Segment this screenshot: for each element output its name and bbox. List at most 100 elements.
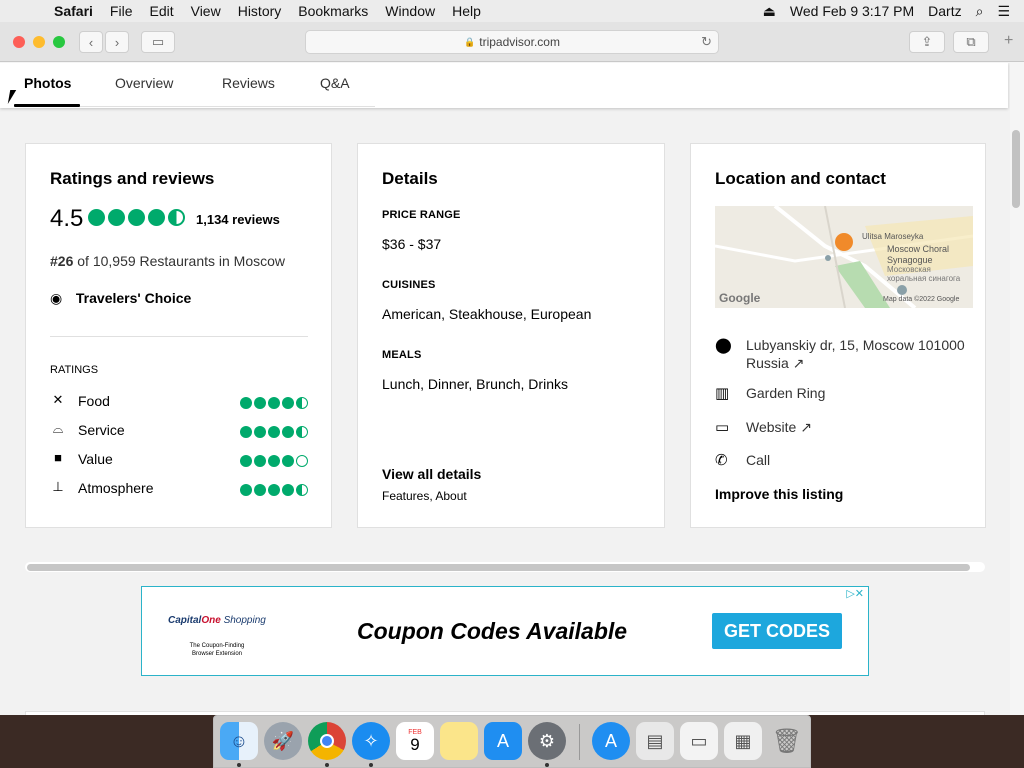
documents-icon[interactable]: ▤ <box>636 722 674 760</box>
menu-help[interactable]: Help <box>452 3 481 19</box>
address-line2: Russia ↗ <box>746 355 805 371</box>
eject-icon[interactable]: ⏏ <box>763 3 776 20</box>
calendar-icon[interactable]: FEB 9 <box>396 722 434 760</box>
system-preferences-icon[interactable]: ⚙ <box>528 722 566 760</box>
ratings-card: Ratings and reviews 4.5 1,134 reviews #2… <box>25 143 332 528</box>
notification-center-icon[interactable]: ☰ <box>997 3 1010 20</box>
ratings-title: Ratings and reviews <box>50 169 215 188</box>
view-all-details-subtitle: Features, About <box>382 489 467 503</box>
rating-label: Atmosphere <box>78 480 154 496</box>
cuisines-value: American, Steakhouse, European <box>382 306 592 322</box>
menu-file[interactable]: File <box>110 3 133 19</box>
tabs-divider <box>80 106 375 107</box>
rating-row-service: ⌓ Service <box>50 421 308 439</box>
improve-listing-link[interactable]: Improve this listing <box>715 486 843 502</box>
rank-number: #26 <box>50 253 74 269</box>
menu-view[interactable]: View <box>191 3 221 19</box>
neighborhood-text: Garden Ring <box>746 385 826 401</box>
rating-bubble <box>148 209 165 227</box>
screenshot-icon[interactable]: ▭ <box>680 722 718 760</box>
reviews-count-link[interactable]: 1,134 reviews <box>196 212 280 227</box>
finder-icon[interactable]: ☺ <box>220 722 258 760</box>
details-title: Details <box>382 169 438 188</box>
app-store-icon[interactable]: A <box>484 722 522 760</box>
running-indicator <box>325 763 329 767</box>
trash-icon[interactable]: 🗑 <box>768 722 806 760</box>
address-bar[interactable]: 🔒 tripadvisor.com ↻ <box>305 30 719 54</box>
ratings-heading: RATINGS <box>50 364 99 376</box>
tab-photos[interactable]: Photos <box>24 75 71 91</box>
notes-icon[interactable] <box>440 722 478 760</box>
website-link[interactable]: Website ↗ <box>746 418 812 436</box>
overall-bubble-rating <box>88 209 188 227</box>
sidebar-icon: ▭ <box>151 34 165 49</box>
launchpad-icon[interactable]: 🚀 <box>264 722 302 760</box>
vertical-scrollbar[interactable] <box>1012 130 1020 208</box>
ad-banner[interactable]: CapitalOne Shopping The Coupon-Finding B… <box>141 586 869 676</box>
tab-overview[interactable]: Overview <box>115 75 173 91</box>
running-indicator <box>369 763 373 767</box>
tab-qa[interactable]: Q&A <box>320 75 350 91</box>
ad-headline: Coupon Codes Available <box>357 618 628 644</box>
map-poi-label: Московская <box>887 265 931 274</box>
menu-history[interactable]: History <box>238 3 282 19</box>
dock-separator <box>579 724 580 760</box>
cuisines-label: CUISINES <box>382 279 436 291</box>
chrome-icon[interactable] <box>308 722 346 760</box>
brand-capital: Capital <box>168 615 202 626</box>
user-name[interactable]: Dartz <box>928 3 961 19</box>
forward-button[interactable]: › <box>105 31 129 53</box>
google-logo: Google <box>719 291 761 305</box>
menu-safari[interactable]: Safari <box>54 3 93 19</box>
tab-overview-button[interactable]: ⧉ <box>953 31 989 53</box>
menu-window[interactable]: Window <box>385 3 435 19</box>
bell-icon: ⌓ <box>52 421 64 436</box>
reload-icon[interactable]: ↻ <box>701 34 712 50</box>
chevron-left-icon: ‹ <box>88 34 94 50</box>
drink-icon: ⊥ <box>52 479 64 494</box>
map-thumbnail[interactable]: Ulitsa Maroseyka Moscow Choral Synagogue… <box>715 206 973 308</box>
rating-label: Value <box>78 451 113 467</box>
rating-bubble-half <box>168 209 185 227</box>
service-bubbles <box>238 423 308 439</box>
travelers-choice-award: ◉ Travelers' Choice <box>50 290 191 307</box>
view-all-details-link[interactable]: View all details <box>382 466 481 482</box>
zoom-window-button[interactable] <box>53 36 65 48</box>
rank-description: of 10,959 Restaurants in Moscow <box>77 253 286 269</box>
adchoices-close-icon[interactable]: ▷✕ <box>838 587 868 601</box>
downloads-icon[interactable]: A <box>592 722 630 760</box>
rating-bubble <box>88 209 105 227</box>
back-button[interactable]: ‹ <box>79 31 103 53</box>
map-pin-icon: ⬤ <box>715 337 732 354</box>
owl-eyes-icon: ◉ <box>50 290 63 306</box>
sidebar-button[interactable]: ▭ <box>141 31 175 53</box>
price-range-value: $36 - $37 <box>382 236 442 252</box>
menu-bookmarks[interactable]: Bookmarks <box>298 3 368 19</box>
map-poi-label: Synagogue <box>887 255 933 265</box>
buildings-icon: ▥ <box>715 385 730 402</box>
rating-label: Service <box>78 422 125 438</box>
call-link[interactable]: Call <box>746 451 770 469</box>
minimize-window-button[interactable] <box>33 36 45 48</box>
new-tab-button[interactable]: + <box>1004 32 1013 50</box>
chevron-right-icon: › <box>114 34 120 50</box>
value-bubbles <box>238 452 308 468</box>
share-button[interactable]: ⇪ <box>909 31 945 53</box>
rating-row-food: ✕ Food <box>50 392 308 410</box>
tagline-line2: Browser Extension <box>191 651 243 657</box>
clock[interactable]: Wed Feb 9 3:17 PM <box>790 3 914 19</box>
screenshot-stack-icon[interactable]: ▦ <box>724 722 762 760</box>
wallet-icon: ■ <box>54 450 62 465</box>
tagline-line1: The Coupon-Finding <box>189 643 245 649</box>
ranking-text[interactable]: #26 of 10,959 Restaurants in Moscow <box>50 253 285 269</box>
tab-reviews[interactable]: Reviews <box>222 75 275 91</box>
spotlight-search-icon[interactable]: ⌕ <box>976 3 984 20</box>
get-codes-button[interactable]: GET CODES <box>712 613 842 649</box>
location-title: Location and contact <box>715 169 886 188</box>
horizontal-scrollbar[interactable] <box>27 564 970 571</box>
close-window-button[interactable] <box>13 36 25 48</box>
award-label: Travelers' Choice <box>75 290 192 306</box>
url-text: tripadvisor.com <box>479 35 560 49</box>
safari-icon[interactable]: ✧ <box>352 722 390 760</box>
menu-edit[interactable]: Edit <box>149 3 173 19</box>
